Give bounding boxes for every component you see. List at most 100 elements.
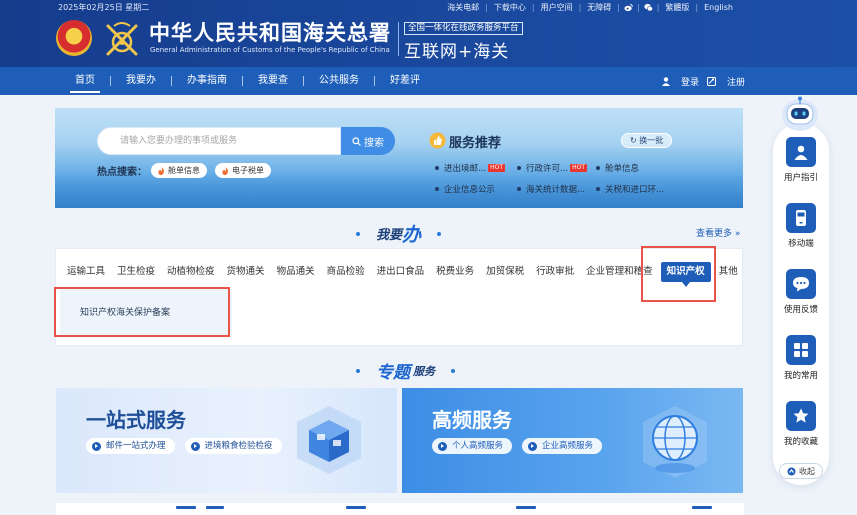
high-frequency-service-card[interactable]: 高频服务 个人高频服务 企业高频服务 <box>402 388 743 493</box>
top-link-separator: | <box>617 3 620 12</box>
nav-item-guide[interactable]: 办事指南 <box>172 67 242 95</box>
tag-label: 进境粮食检验检疫 <box>204 441 273 451</box>
national-emblem-icon <box>56 20 92 56</box>
toolbar-feedback[interactable]: 使用反馈 <box>773 269 829 315</box>
service-recommendation: 服务推荐 ↻ 换一批 进出境邮... HOT 行政许可... HOT 舱单信息 … <box>427 126 729 202</box>
search-button[interactable]: 搜索 <box>341 127 395 155</box>
top-link-download[interactable]: 下载中心 <box>488 2 532 13</box>
site-header: 2025年02月25日 星期二 海关电邮 | 下载中心 | 用户空间 | 无障碍 | |… <box>0 0 857 67</box>
hot-tag-e-tax[interactable]: 电子税单 <box>215 163 271 178</box>
section-title-main: 我要 <box>376 228 403 243</box>
hot-searches: 热点搜索： 舱单信息 电子税单 <box>97 163 279 178</box>
search-box <box>97 127 341 155</box>
category-tab-tax[interactable]: 税费业务 <box>430 262 480 282</box>
robot-assistant-icon[interactable] <box>780 95 820 133</box>
category-tab-plant-animal[interactable]: 动植物检疫 <box>161 262 221 282</box>
section-title-small: 服务 <box>413 364 435 378</box>
tag-grain-inspection[interactable]: 进境粮食检验检疫 <box>184 438 282 454</box>
tag-mail-one-stop[interactable]: 邮件一站式办理 <box>86 438 175 454</box>
nav-item-i-want-to-do[interactable]: 我要办 <box>111 67 171 95</box>
top-link-accessibility[interactable]: 无障碍 <box>581 2 617 13</box>
title-dot <box>437 231 442 236</box>
tag-enterprise-services[interactable]: 企业高频服务 <box>522 438 603 454</box>
weibo-icon[interactable] <box>624 3 633 12</box>
login-link[interactable]: 登录 <box>661 75 699 88</box>
register-label: 注册 <box>726 77 745 88</box>
nav-item-evaluation[interactable]: 好差评 <box>375 67 435 95</box>
title-dot <box>451 368 455 373</box>
search-button-label: 搜索 <box>364 137 384 149</box>
platform-tag: 全国一体化在线政务服务平台 <box>404 22 523 35</box>
rec-link-mail[interactable]: 进出境邮... HOT <box>435 162 506 174</box>
cube-blocks-icon <box>297 406 361 474</box>
arrow-right-icon <box>528 441 538 451</box>
toolbar-user-guide[interactable]: 用户指引 <box>773 137 829 183</box>
section-title-special: 专题 服务 <box>340 358 471 383</box>
refresh-button[interactable]: ↻ 换一批 <box>621 133 673 148</box>
category-tab-ip[interactable]: 知识产权 <box>660 262 711 287</box>
register-link[interactable]: 注册 <box>706 75 745 88</box>
category-tab-health-quarantine[interactable]: 卫生检疫 <box>111 262 161 282</box>
nav-item-i-want-to-check[interactable]: 我要查 <box>243 67 303 95</box>
floating-toolbar: 用户指引 移动端 使用反馈 我的常用 我的收藏 收起 <box>773 123 829 485</box>
service-category-panel: 运输工具 卫生检疫 动植物检疫 货物通关 物品通关 商品检验 进出口食品 税费业… <box>54 246 744 346</box>
hot-search-label: 热点搜索： <box>97 167 147 178</box>
toolbar-label: 使用反馈 <box>783 305 818 315</box>
toolbar-mobile[interactable]: 移动端 <box>773 203 829 249</box>
category-tab-approval[interactable]: 行政审批 <box>530 262 580 282</box>
category-tab-enterprise[interactable]: 企业管理和稽查 <box>580 262 659 282</box>
view-more-label: 查看更多 <box>696 229 733 239</box>
arrow-right-icon <box>190 441 200 451</box>
sub-service-ip-record[interactable]: 知识产权海关保护备案 <box>80 305 170 318</box>
card-title: 高频服务 <box>432 408 512 432</box>
tag-label: 个人高频服务 <box>452 441 504 451</box>
rec-link-enterprise-info[interactable]: 企业信息公示 <box>435 183 495 195</box>
collapse-button[interactable]: 收起 <box>779 463 823 479</box>
tag-label: 企业高频服务 <box>542 441 594 451</box>
toolbar-favorites[interactable]: 我的收藏 <box>773 401 829 447</box>
feedback-chat-icon <box>786 269 816 299</box>
category-tab-goods-clearance[interactable]: 货物通关 <box>221 262 271 282</box>
wechat-icon[interactable] <box>644 3 653 12</box>
view-more-link[interactable]: 查看更多 » <box>696 226 740 239</box>
title-dot <box>356 231 360 236</box>
user-icon <box>661 76 670 86</box>
toolbar-label: 移动端 <box>788 239 814 249</box>
category-tab-transport[interactable]: 运输工具 <box>56 262 111 282</box>
top-link-separator: | <box>637 3 640 12</box>
rec-link-tariff[interactable]: 关税和进口环... <box>596 183 664 195</box>
top-links: 海关电邮 | 下载中心 | 用户空间 | 无障碍 | | | 繁體版 | English <box>441 2 739 13</box>
search-banner: 搜索 热点搜索： 舱单信息 电子税单 服务推荐 ↻ 换一批 进出境邮... HO… <box>55 108 743 208</box>
category-tab-other[interactable]: 其他 <box>713 262 744 282</box>
main-nav: 首页 我要办 办事指南 我要查 公共服务 好差评 登录 注册 <box>0 67 857 95</box>
section-title-big: 办 <box>402 224 422 246</box>
nav-item-public-service[interactable]: 公共服务 <box>304 67 374 95</box>
site-title[interactable]: 中华人民共和国海关总署 <box>149 17 391 47</box>
category-tab-food[interactable]: 进出口食品 <box>371 262 431 282</box>
hot-tag-manifest[interactable]: 舱单信息 <box>151 163 207 178</box>
top-link-user-space[interactable]: 用户空间 <box>535 2 579 13</box>
hot-tag-label: 电子税单 <box>232 166 264 175</box>
rec-link-statistics[interactable]: 海关统计数据... <box>517 183 585 195</box>
title-fragment <box>206 506 224 509</box>
category-tab-inspection[interactable]: 商品检验 <box>321 262 371 282</box>
rec-link-permit[interactable]: 行政许可... HOT <box>517 162 588 174</box>
title-fragment <box>346 506 366 509</box>
nav-item-home[interactable]: 首页 <box>60 67 110 95</box>
toolbar-label: 用户指引 <box>783 173 818 183</box>
refresh-label: 换一批 <box>639 136 664 145</box>
category-tab-bonded[interactable]: 加贸保税 <box>480 262 530 282</box>
search-input[interactable] <box>98 128 340 154</box>
tag-personal-services[interactable]: 个人高频服务 <box>432 438 513 454</box>
top-link-email[interactable]: 海关电邮 <box>441 2 485 13</box>
top-link-traditional[interactable]: 繁體版 <box>659 2 695 13</box>
card-title: 一站式服务 <box>86 408 186 432</box>
one-stop-service-card[interactable]: 一站式服务 邮件一站式办理 进境粮食检验检疫 <box>56 388 397 493</box>
rec-link-manifest[interactable]: 舱单信息 <box>596 162 639 174</box>
top-link-english[interactable]: English <box>698 3 739 12</box>
hot-badge: HOT <box>488 164 506 172</box>
title-fragment <box>516 506 536 509</box>
category-tab-item-clearance[interactable]: 物品通关 <box>271 262 321 282</box>
toolbar-frequent[interactable]: 我的常用 <box>773 335 829 381</box>
grid-icon <box>786 335 816 365</box>
